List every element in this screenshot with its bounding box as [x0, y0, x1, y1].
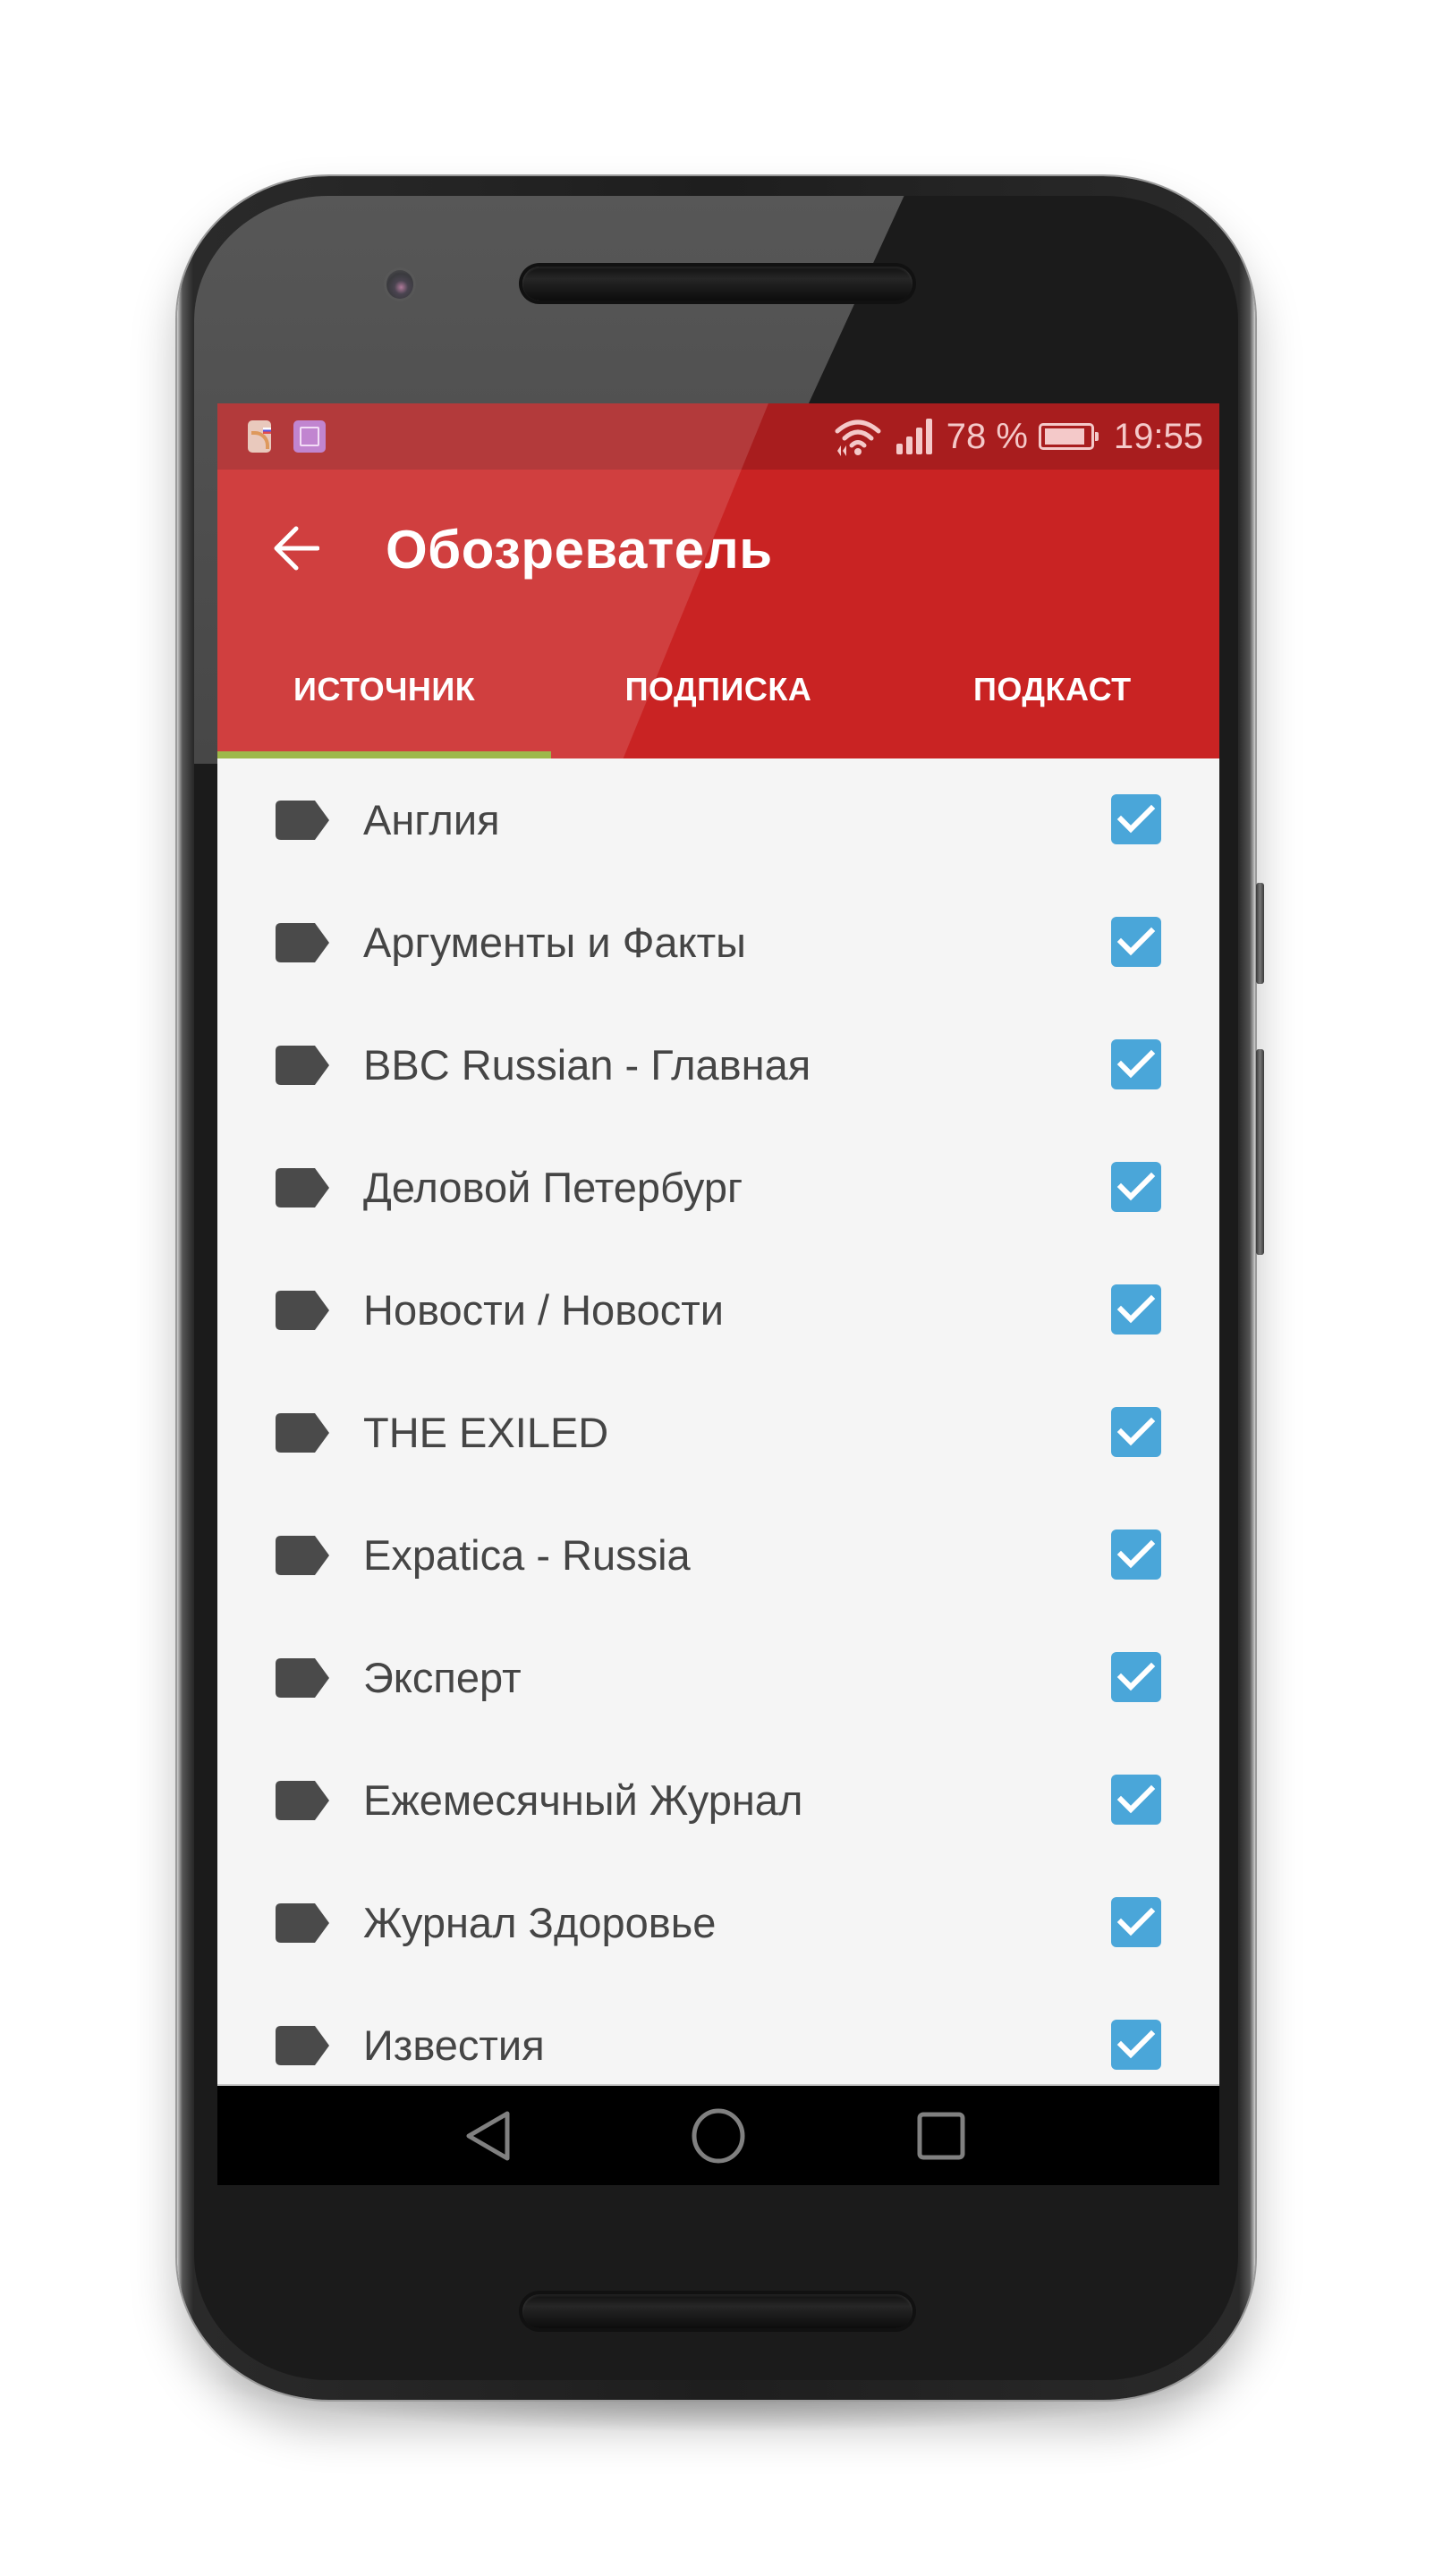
front-camera-icon [386, 270, 413, 299]
list-item[interactable]: Эксперт [217, 1616, 1219, 1739]
source-checkbox[interactable] [1111, 1162, 1161, 1212]
source-list: Англия Аргументы и Факты BBC Russian - Гла… [217, 758, 1219, 2084]
source-checkbox[interactable] [1111, 1897, 1161, 1947]
checkmark-icon [1116, 1539, 1156, 1569]
checkmark-icon [1116, 1417, 1156, 1446]
label-icon [276, 1413, 329, 1453]
source-checkbox[interactable] [1111, 1652, 1161, 1702]
checkmark-icon [1116, 2029, 1156, 2059]
tab-subscription[interactable]: ПОДПИСКА [551, 626, 885, 758]
list-item[interactable]: THE EXILED [217, 1371, 1219, 1494]
label-icon [276, 923, 329, 962]
nav-back-icon [466, 2111, 510, 2161]
label-icon [276, 1046, 329, 1085]
power-button [1256, 883, 1264, 984]
checkmark-icon [1116, 1294, 1156, 1324]
label-icon [276, 1291, 329, 1330]
source-name: Expatica - Russia [363, 1531, 691, 1579]
list-item[interactable]: BBC Russian - Главная [217, 1004, 1219, 1126]
checkmark-icon [1116, 1662, 1156, 1691]
source-checkbox[interactable] [1111, 1775, 1161, 1825]
label-icon [276, 1781, 329, 1820]
status-indicators: 78 % 19:55 [832, 412, 1203, 461]
list-item[interactable]: Новости / Новости [217, 1249, 1219, 1371]
source-name: Деловой Петербург [363, 1164, 743, 1211]
back-button[interactable] [260, 513, 332, 584]
page-title: Обозреватель [386, 520, 773, 580]
source-name: THE EXILED [363, 1409, 609, 1456]
source-checkbox[interactable] [1111, 1530, 1161, 1580]
source-name: Аргументы и Факты [363, 919, 746, 966]
nav-recents-button[interactable] [905, 2107, 977, 2165]
tab-label: ПОДКАСТ [972, 671, 1132, 708]
label-icon [276, 2026, 329, 2065]
checkmark-icon [1116, 1049, 1156, 1079]
label-icon [276, 1658, 329, 1698]
volume-button [1256, 1049, 1264, 1255]
gallery-icon [293, 420, 326, 453]
source-name: Журнал Здоровье [363, 1899, 717, 1946]
source-name: Эксперт [363, 1654, 522, 1701]
battery-percent: 78 % [946, 416, 1028, 456]
tab-label: ПОДПИСКА [624, 671, 812, 708]
source-name: Известия [363, 2021, 545, 2069]
status-bar: 78 % 19:55 [217, 403, 1219, 470]
wifi-icon [835, 419, 881, 456]
source-checkbox[interactable] [1111, 794, 1161, 844]
nav-home-button[interactable] [683, 2107, 754, 2165]
nav-back-button[interactable] [453, 2107, 524, 2165]
tab-bar: ИСТОЧНИК ПОДПИСКА ПОДКАСТ [217, 626, 1219, 758]
tab-label: ИСТОЧНИК [293, 671, 476, 708]
source-name: Англия [363, 796, 500, 843]
list-item[interactable]: Известия [217, 1984, 1219, 2084]
nav-recents-icon [917, 2112, 965, 2160]
checkmark-icon [1116, 804, 1156, 834]
list-item[interactable]: Ежемесячный Журнал [217, 1739, 1219, 1861]
bottom-speaker [522, 2294, 912, 2328]
label-icon [276, 801, 329, 840]
battery-icon [1038, 423, 1099, 450]
tab-podcast[interactable]: ПОДКАСТ [886, 626, 1219, 758]
source-name: Новости / Новости [363, 1286, 725, 1334]
checkmark-icon [1116, 1172, 1156, 1201]
source-checkbox[interactable] [1111, 1407, 1161, 1457]
nav-home-icon [692, 2108, 745, 2164]
list-item[interactable]: Журнал Здоровье [217, 1861, 1219, 1984]
source-checkbox[interactable] [1111, 1039, 1161, 1089]
arrow-back-icon [274, 526, 319, 571]
source-checkbox[interactable] [1111, 2020, 1161, 2070]
source-name: BBC Russian - Главная [363, 1041, 811, 1089]
checkmark-icon [1116, 1907, 1156, 1936]
list-item[interactable]: Деловой Петербург [217, 1126, 1219, 1249]
checkmark-icon [1116, 1784, 1156, 1814]
rss-news-icon [248, 420, 271, 453]
navigation-bar [217, 2084, 1219, 2185]
signal-icon [896, 419, 932, 454]
top-speaker [522, 267, 912, 301]
label-icon [276, 1168, 329, 1208]
list-item[interactable]: Англия [217, 758, 1219, 881]
list-item[interactable]: Expatica - Russia [217, 1494, 1219, 1616]
toolbar: Обозреватель [217, 470, 1219, 626]
tab-source[interactable]: ИСТОЧНИК [217, 626, 552, 758]
notification-icons [248, 420, 326, 453]
clock: 19:55 [1113, 416, 1203, 456]
list-item[interactable]: Аргументы и Факты [217, 881, 1219, 1004]
source-checkbox[interactable] [1111, 1284, 1161, 1335]
label-icon [276, 1903, 329, 1943]
source-checkbox[interactable] [1111, 917, 1161, 967]
screen: 78 % 19:55 Обозреватель ИСТОЧНИК ПОДПИСК… [217, 403, 1219, 2185]
label-icon [276, 1536, 329, 1575]
checkmark-icon [1116, 927, 1156, 956]
source-name: Ежемесячный Журнал [363, 1776, 803, 1824]
